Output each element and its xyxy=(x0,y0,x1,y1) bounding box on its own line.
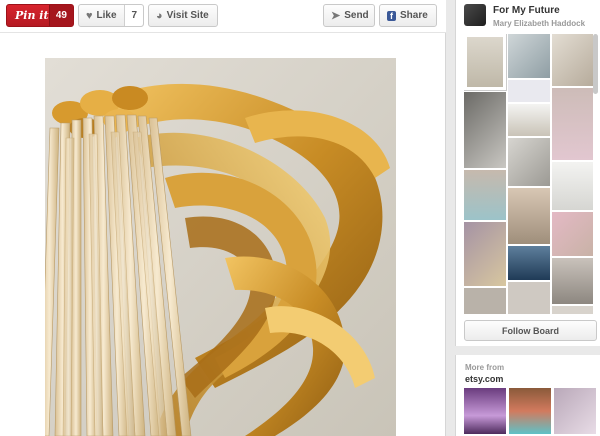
board-thumbnail[interactable] xyxy=(552,212,593,256)
board-thumbnail[interactable] xyxy=(464,92,506,168)
board-thumbnail[interactable] xyxy=(508,80,550,102)
board-thumbnail[interactable] xyxy=(552,306,593,314)
thumbnail-scrollbar[interactable] xyxy=(593,34,598,94)
board-thumbnail[interactable] xyxy=(464,34,507,91)
thumb-column xyxy=(552,34,593,314)
board-thumbnail[interactable] xyxy=(508,104,550,136)
thumb-column xyxy=(464,34,507,314)
board-card: For My Future Mary Elizabeth Haddock Fol… xyxy=(455,0,600,346)
follow-board-button[interactable]: Follow Board xyxy=(464,320,597,341)
board-thumbnail[interactable] xyxy=(508,246,550,280)
board-thumbnail[interactable] xyxy=(508,188,550,244)
send-button[interactable]: ➤ Send xyxy=(323,4,375,27)
board-thumbnails[interactable] xyxy=(464,34,593,314)
like-count: 7 xyxy=(124,5,143,26)
avatar[interactable] xyxy=(464,4,486,26)
pin-count: 49 xyxy=(48,5,73,26)
heart-icon: ♥ xyxy=(86,9,93,22)
share-button[interactable]: f Share xyxy=(379,4,437,27)
share-label: Share xyxy=(400,10,428,21)
more-from-label: More from xyxy=(465,363,505,372)
board-thumbnail[interactable] xyxy=(508,34,550,78)
more-from-site[interactable]: etsy.com xyxy=(465,374,503,384)
paper-plane-icon: ➤ xyxy=(331,10,341,22)
pin-toolbar: Pin it 49 ♥ Like 7 ◕ Visit Site ➤ Send f… xyxy=(0,0,446,33)
more-thumbnail[interactable] xyxy=(554,388,596,434)
board-thumbnail[interactable] xyxy=(464,288,506,314)
more-thumbnail[interactable] xyxy=(464,388,506,434)
more-from-card: More from etsy.com xyxy=(455,355,600,436)
board-owner[interactable]: Mary Elizabeth Haddock xyxy=(493,19,585,28)
visit-site-label: Visit Site xyxy=(166,10,209,21)
board-thumbnail[interactable] xyxy=(552,34,593,86)
visit-site-button[interactable]: ◕ Visit Site xyxy=(148,4,218,27)
board-thumbnail[interactable] xyxy=(508,282,550,314)
board-title[interactable]: For My Future xyxy=(493,5,560,16)
pin-panel: Pin it 49 ♥ Like 7 ◕ Visit Site ➤ Send f… xyxy=(0,0,446,436)
more-thumbnails xyxy=(464,388,598,436)
pin-it-button[interactable]: Pin it 49 xyxy=(6,4,74,27)
board-thumbnail[interactable] xyxy=(508,138,550,186)
like-button[interactable]: ♥ Like 7 xyxy=(78,4,144,27)
board-thumbnail[interactable] xyxy=(464,170,506,220)
pin-page: Pin it 49 ♥ Like 7 ◕ Visit Site ➤ Send f… xyxy=(0,0,600,436)
more-thumbnail[interactable] xyxy=(509,388,551,434)
like-label: Like xyxy=(96,10,117,21)
send-label: Send xyxy=(344,10,369,21)
thumb-column xyxy=(508,34,550,314)
ribbon-wands-photo xyxy=(45,58,396,436)
board-thumbnail[interactable] xyxy=(552,88,593,160)
globe-icon: ◕ xyxy=(156,9,163,22)
board-thumbnail[interactable] xyxy=(464,222,506,286)
pin-it-label: Pin it xyxy=(15,9,49,22)
board-thumbnail[interactable] xyxy=(552,258,593,304)
board-thumbnail[interactable] xyxy=(552,162,593,210)
pin-image[interactable] xyxy=(45,58,396,436)
facebook-icon: f xyxy=(387,10,396,21)
